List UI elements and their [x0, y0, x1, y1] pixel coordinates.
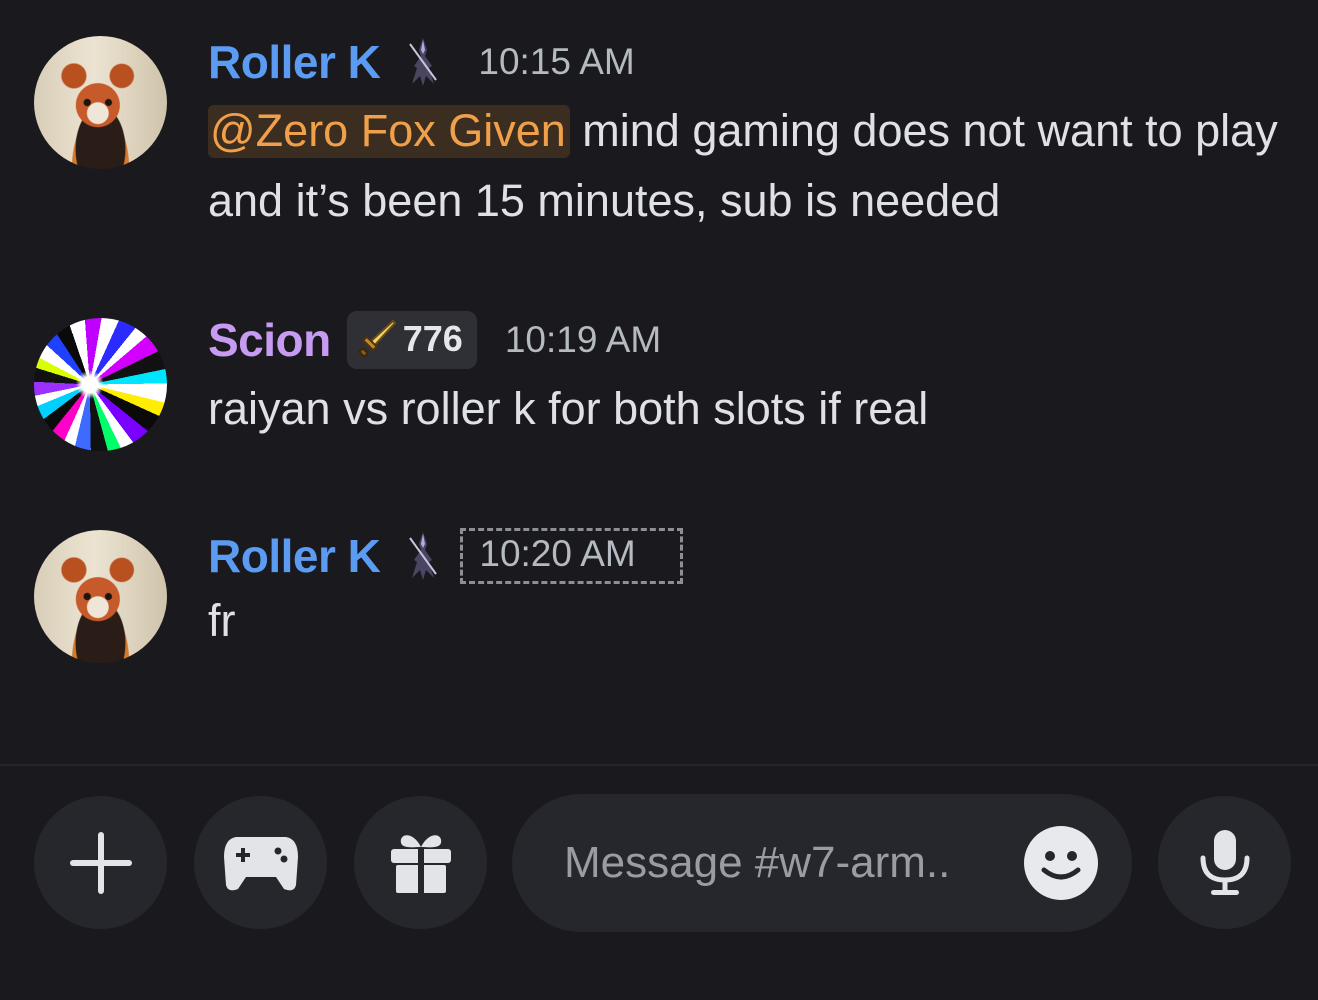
timestamp: 10:20 AM [460, 528, 683, 584]
dark-knight-icon [409, 38, 438, 86]
message-composer [0, 766, 1318, 1000]
badge-count: 776 [402, 318, 463, 359]
dark-knight-icon [409, 532, 438, 580]
message-input-container[interactable] [512, 794, 1132, 932]
username[interactable]: Roller K [208, 529, 381, 583]
message-input[interactable] [562, 837, 1016, 889]
emoji-button[interactable] [1024, 826, 1098, 900]
message-body: raiyan vs roller k for both slots if rea… [208, 383, 929, 434]
gift-icon [390, 834, 451, 893]
gamepad-icon [223, 836, 298, 890]
guild-tag-badge[interactable]: 776 [346, 311, 477, 369]
username[interactable]: Roller K [208, 35, 381, 89]
timestamp: 10:19 AM [504, 319, 662, 360]
user-mention[interactable]: @Zero Fox Given [208, 105, 570, 158]
timestamp: 10:15 AM [478, 41, 635, 82]
avatar[interactable] [34, 318, 167, 451]
avatar[interactable] [34, 530, 167, 663]
add-attachment-button[interactable] [34, 796, 167, 929]
plus-icon [69, 831, 132, 894]
activities-button[interactable] [194, 796, 327, 929]
chat-screen: Roller K 10:15 AM @Zero Fox Given mind g… [0, 0, 1318, 1000]
microphone-icon [1200, 829, 1249, 895]
voice-message-button[interactable] [1158, 796, 1291, 929]
avatar[interactable] [34, 36, 167, 169]
emoji-icon [1041, 851, 1081, 880]
golden-sword-icon [357, 319, 397, 359]
gift-button[interactable] [354, 796, 487, 929]
message-body: fr [208, 595, 236, 646]
message-text: @Zero Fox Given mind gaming does not wan… [208, 96, 1288, 236]
username[interactable]: Scion [208, 313, 331, 367]
